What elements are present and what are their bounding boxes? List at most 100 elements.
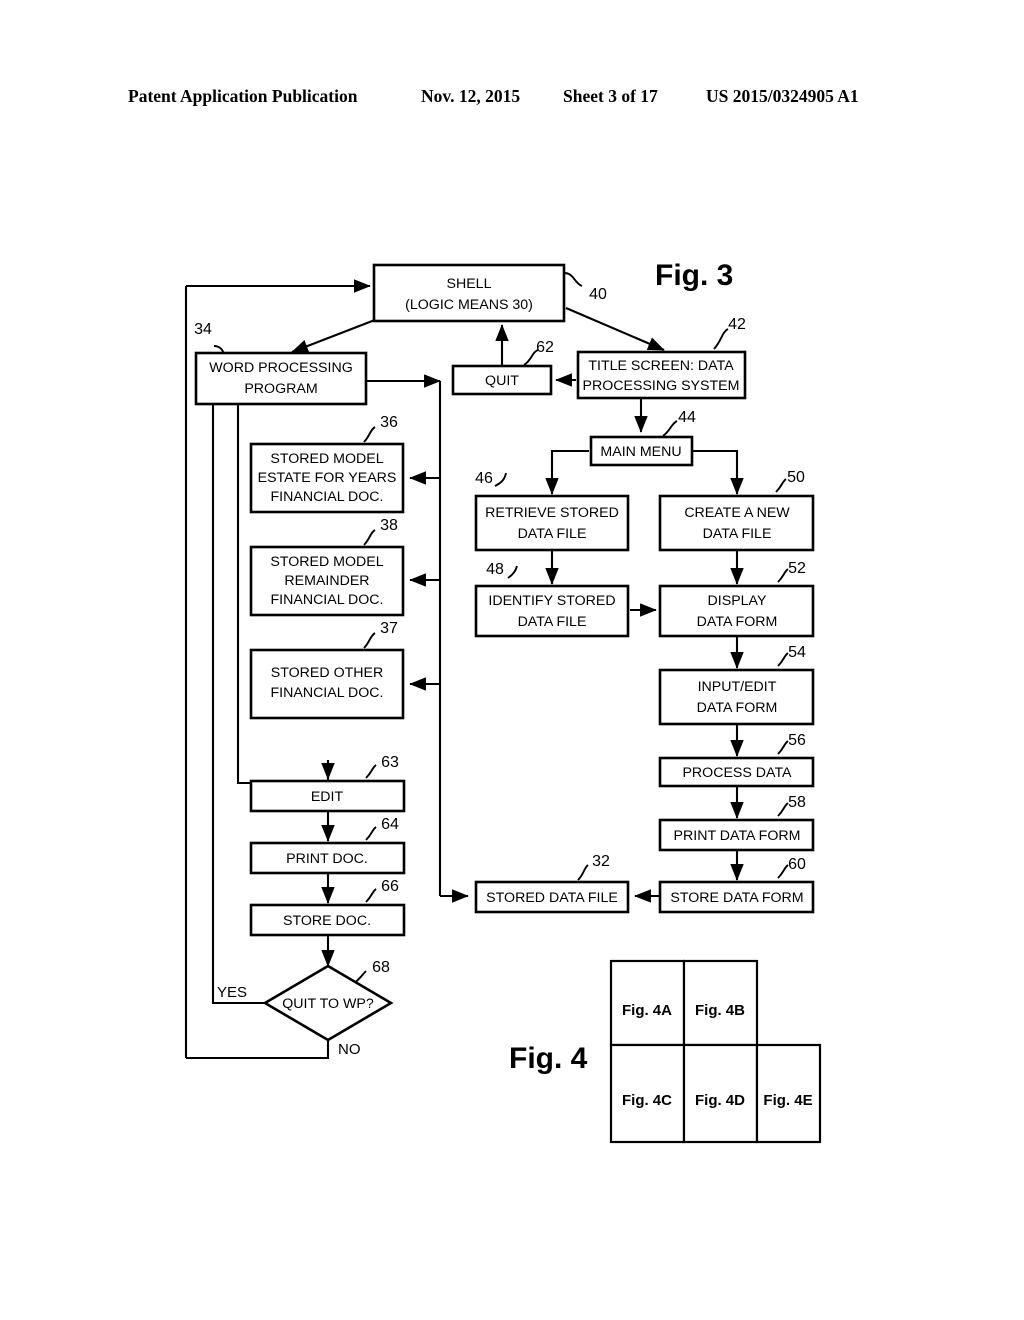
node-print-doc-label: PRINT DOC. bbox=[286, 851, 368, 867]
node-stored-other-line1: STORED OTHER bbox=[271, 665, 383, 681]
node-main-menu-label: MAIN MENU bbox=[600, 444, 681, 460]
node-stored-model-remainder-line3: FINANCIAL DOC. bbox=[271, 592, 384, 608]
figure4-key-grid: Fig. 4A Fig. 4B Fig. 4C Fig. 4D Fig. 4E bbox=[609, 959, 822, 1144]
reference-numeral-60: 60 bbox=[788, 856, 806, 873]
lead-line-54 bbox=[777, 652, 789, 667]
node-word-processing-line2: PROGRAM bbox=[244, 381, 317, 397]
node-create-line2: DATA FILE bbox=[703, 526, 772, 542]
node-display-data-form[interactable]: DISPLAY DATA FORM bbox=[658, 584, 815, 638]
node-stored-model-estate[interactable]: STORED MODEL ESTATE FOR YEARS FINANCIAL … bbox=[249, 442, 405, 514]
reference-numeral-62: 62 bbox=[536, 339, 554, 356]
node-stored-model-estate-line2: ESTATE FOR YEARS bbox=[258, 470, 397, 486]
connector-shell-to-title-screen bbox=[565, 307, 665, 351]
node-quit-to-wp-label: QUIT TO WP? bbox=[282, 996, 374, 1012]
connector-no-branch bbox=[186, 1040, 330, 1060]
node-input-edit-data-form[interactable]: INPUT/EDIT DATA FORM bbox=[658, 668, 815, 726]
node-shell-line2: (LOGIC MEANS 30) bbox=[405, 297, 533, 313]
reference-numeral-42: 42 bbox=[728, 316, 746, 333]
node-quit-to-wp-decision[interactable]: QUIT TO WP? bbox=[262, 964, 394, 1042]
node-create-new-data-file[interactable]: CREATE A NEW DATA FILE bbox=[658, 494, 815, 552]
reference-numeral-68: 68 bbox=[372, 959, 390, 976]
node-stored-model-estate-line3: FINANCIAL DOC. bbox=[271, 489, 384, 505]
node-edit[interactable]: EDIT bbox=[249, 779, 406, 813]
reference-numeral-48: 48 bbox=[486, 561, 504, 578]
reference-numeral-50: 50 bbox=[787, 469, 805, 486]
lead-line-44 bbox=[662, 420, 678, 437]
lead-line-66 bbox=[365, 888, 377, 903]
lead-line-50 bbox=[775, 478, 787, 493]
reference-numeral-38: 38 bbox=[380, 517, 398, 534]
lead-line-52 bbox=[777, 568, 789, 583]
lead-line-48 bbox=[507, 565, 518, 579]
lead-line-60 bbox=[777, 864, 789, 879]
node-retrieve-stored-data-file[interactable]: RETRIEVE STORED DATA FILE bbox=[474, 494, 630, 552]
lead-line-36 bbox=[363, 426, 376, 443]
node-quit[interactable]: QUIT bbox=[451, 364, 553, 396]
node-print-data-form[interactable]: PRINT DATA FORM bbox=[658, 818, 815, 852]
figure4-cell-label-4d: Fig. 4D bbox=[695, 1092, 745, 1109]
node-stored-data-file[interactable]: STORED DATA FILE bbox=[474, 880, 630, 914]
lead-line-63 bbox=[365, 764, 377, 779]
figure4-cell-label-4e: Fig. 4E bbox=[763, 1092, 812, 1109]
node-identify-line1: IDENTIFY STORED bbox=[488, 593, 615, 609]
node-title-screen-line1: TITLE SCREEN: DATA bbox=[588, 358, 734, 374]
node-stored-model-remainder[interactable]: STORED MODEL REMAINDER FINANCIAL DOC. bbox=[249, 545, 405, 617]
node-store-data-form[interactable]: STORE DATA FORM bbox=[658, 880, 815, 914]
node-stored-other-financial-doc[interactable]: STORED OTHER FINANCIAL DOC. bbox=[249, 648, 405, 720]
reference-numeral-58: 58 bbox=[788, 794, 806, 811]
node-identify-stored-data-file[interactable]: IDENTIFY STORED DATA FILE bbox=[474, 584, 630, 638]
node-display-line2: DATA FORM bbox=[697, 614, 778, 630]
connector-shell-to-word-processing bbox=[291, 317, 381, 353]
reference-numeral-64: 64 bbox=[381, 816, 399, 833]
node-shell[interactable]: SHELL (LOGIC MEANS 30) bbox=[372, 263, 566, 323]
lead-line-37 bbox=[363, 632, 376, 649]
reference-numeral-63: 63 bbox=[381, 754, 399, 771]
node-retrieve-line2: DATA FILE bbox=[518, 526, 587, 542]
lead-line-58 bbox=[777, 802, 789, 817]
lead-line-56 bbox=[777, 740, 789, 755]
node-identify-line2: DATA FILE bbox=[518, 614, 587, 630]
node-word-processing-program[interactable]: WORD PROCESSING PROGRAM bbox=[194, 351, 368, 406]
lead-line-42 bbox=[713, 328, 729, 350]
node-input-edit-line1: INPUT/EDIT bbox=[698, 679, 777, 695]
figure4-title: Fig. 4 bbox=[509, 1042, 588, 1075]
node-store-data-form-label: STORE DATA FORM bbox=[670, 890, 803, 906]
lead-line-40 bbox=[563, 272, 583, 287]
reference-numeral-52: 52 bbox=[788, 560, 806, 577]
connector-main-menu-to-create bbox=[693, 449, 744, 495]
branch-label-yes: YES bbox=[217, 984, 247, 1001]
figure3-title: Fig. 3 bbox=[655, 259, 733, 292]
branch-label-no: NO bbox=[338, 1041, 361, 1058]
reference-numeral-66: 66 bbox=[381, 878, 399, 895]
node-main-menu[interactable]: MAIN MENU bbox=[589, 435, 694, 467]
node-title-screen[interactable]: TITLE SCREEN: DATA PROCESSING SYSTEM bbox=[576, 350, 747, 400]
reference-numeral-56: 56 bbox=[788, 732, 806, 749]
reference-numeral-32: 32 bbox=[592, 853, 610, 870]
node-stored-model-estate-line1: STORED MODEL bbox=[270, 451, 383, 467]
node-retrieve-line1: RETRIEVE STORED bbox=[485, 505, 619, 521]
node-print-doc[interactable]: PRINT DOC. bbox=[249, 841, 406, 875]
reference-numeral-54: 54 bbox=[788, 644, 806, 661]
lead-line-64 bbox=[365, 826, 377, 841]
reference-numeral-46: 46 bbox=[475, 470, 493, 487]
node-stored-other-line2: FINANCIAL DOC. bbox=[271, 685, 384, 701]
patent-figure-drawing: Fig. 3 SHELL (LOGIC MEANS 30) 40 WORD PR… bbox=[0, 0, 1024, 1320]
node-stored-data-file-label: STORED DATA FILE bbox=[486, 890, 618, 906]
node-edit-label: EDIT bbox=[311, 789, 344, 805]
node-stored-model-remainder-line1: STORED MODEL bbox=[270, 554, 383, 570]
lead-line-46 bbox=[494, 472, 507, 487]
figure4-cell-label-4b: Fig. 4B bbox=[695, 1002, 745, 1019]
reference-numeral-36: 36 bbox=[380, 414, 398, 431]
reference-numeral-34: 34 bbox=[194, 321, 212, 338]
connector-main-menu-to-retrieve bbox=[545, 449, 589, 495]
reference-numeral-40: 40 bbox=[589, 286, 607, 303]
node-store-doc[interactable]: STORE DOC. bbox=[249, 903, 406, 937]
lead-line-32 bbox=[577, 864, 589, 881]
reference-numeral-37: 37 bbox=[380, 620, 398, 637]
node-create-line1: CREATE A NEW bbox=[684, 505, 790, 521]
node-process-data[interactable]: PROCESS DATA bbox=[658, 756, 815, 788]
figure4-cell-label-4a: Fig. 4A bbox=[622, 1002, 672, 1019]
lead-line-38 bbox=[363, 529, 376, 546]
reference-numeral-44: 44 bbox=[678, 409, 696, 426]
node-input-edit-line2: DATA FORM bbox=[697, 700, 778, 716]
